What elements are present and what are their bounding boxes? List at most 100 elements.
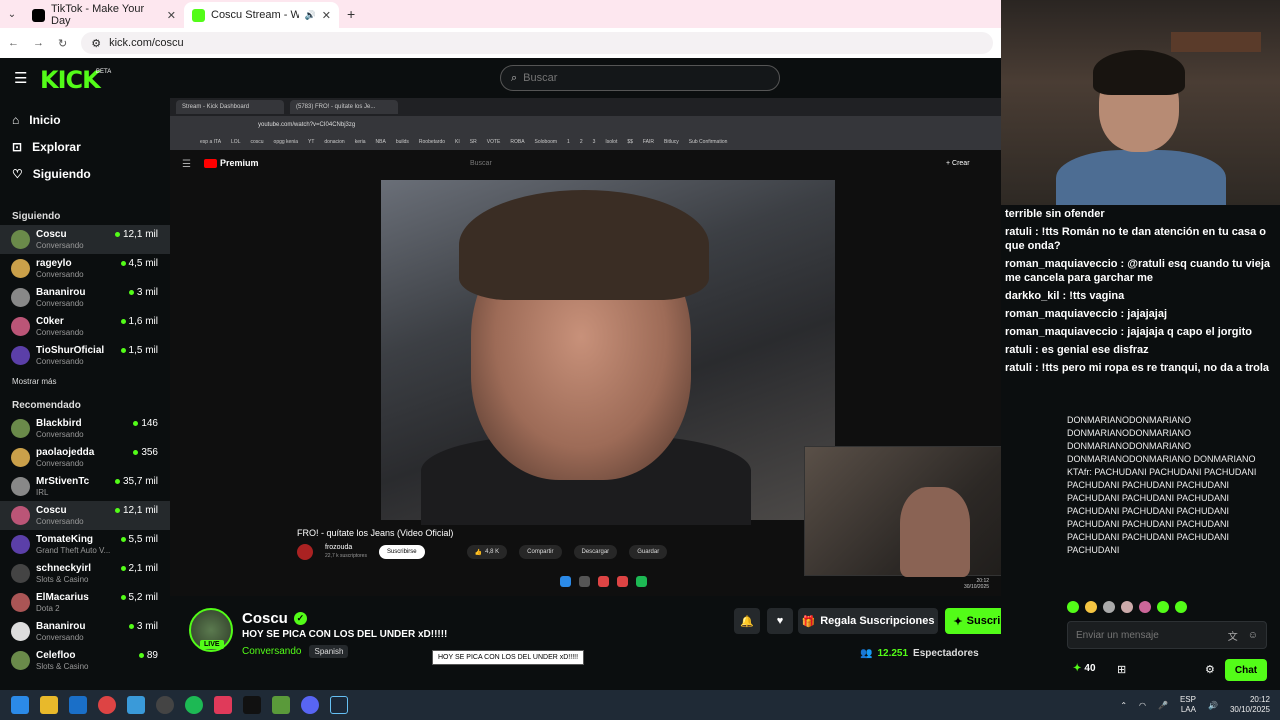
- nav-label: Inicio: [29, 112, 61, 127]
- clock[interactable]: 20:12 30/10/2025: [1230, 695, 1270, 715]
- music-video-frame: [381, 180, 835, 525]
- follow-button[interactable]: ♥: [767, 608, 793, 634]
- windows-taskbar: ⌃ ◠ 🎤 ESP LAA 🔊 20:12 30/10/2025: [0, 690, 1280, 720]
- reload-icon[interactable]: ↻: [58, 37, 67, 50]
- new-tab-button[interactable]: +: [347, 6, 355, 22]
- sidebar-channel-bananirou[interactable]: Bananirou Conversando 3 mil: [0, 617, 170, 646]
- speaker-icon[interactable]: 🔊: [305, 10, 316, 21]
- outlook-icon[interactable]: [69, 696, 87, 714]
- search-input[interactable]: [523, 72, 744, 84]
- sidebar-channel-bananirou[interactable]: Bananirou Conversando 3 mil: [0, 283, 170, 312]
- streamer-camera-overlay: [804, 446, 1001, 577]
- streamer-webcam: [1001, 0, 1280, 205]
- sidebar-channel-rageylo[interactable]: rageylo Conversando 4,5 mil: [0, 254, 170, 283]
- discord-icon[interactable]: [301, 696, 319, 714]
- chevron-up-icon[interactable]: ⌃: [1120, 701, 1127, 710]
- windows-start-icon[interactable]: [11, 696, 29, 714]
- photos-icon[interactable]: [127, 696, 145, 714]
- nav-siguiendo[interactable]: ♡ Siguiendo: [0, 160, 170, 187]
- sidebar-channel-mrstiventc[interactable]: MrStivenTc IRL 35,7 mil: [0, 472, 170, 501]
- capcut-icon[interactable]: [243, 696, 261, 714]
- translate-icon[interactable]: 文: [1228, 628, 1238, 643]
- close-icon[interactable]: ✕: [167, 9, 176, 22]
- stream-title: HOY SE PICA CON LOS DEL UNDER xD!!!!!: [242, 629, 448, 640]
- url-field[interactable]: ⚙ kick.com/coscu: [81, 32, 993, 54]
- gift-subs-button[interactable]: 🎁 Regala Suscripciones: [798, 608, 938, 634]
- browser-tab-kick[interactable]: Coscu Stream - Watch Live 🔊 ✕: [184, 2, 339, 28]
- nav-explorar[interactable]: ⊡ Explorar: [0, 133, 170, 160]
- emote-icon[interactable]: [1175, 601, 1187, 613]
- avatar: [11, 477, 30, 496]
- lang-bottom: LAA: [1180, 705, 1196, 714]
- sidebar-channel-coscu[interactable]: Coscu Conversando 12,1 mil: [0, 225, 170, 254]
- menu-icon[interactable]: ☰: [14, 69, 27, 87]
- chrome-icon[interactable]: [98, 696, 116, 714]
- store-icon[interactable]: ⊞: [1117, 663, 1126, 676]
- show-more-link[interactable]: Mostrar más: [0, 370, 170, 392]
- tab-list-icon[interactable]: ⌄: [0, 9, 24, 20]
- chat-message: PACHUDANI PACHUDANI PACHUDANI: [1067, 506, 1230, 516]
- back-icon[interactable]: ←: [8, 37, 19, 49]
- viewer-number: 2,1 mil: [128, 563, 158, 574]
- live-dot-icon: [120, 595, 126, 600]
- kick-logo[interactable]: KICK: [40, 66, 101, 94]
- video-player[interactable]: Stream - Kick Dashboard (5783) FRO! - qu…: [170, 98, 1001, 596]
- notifications-button[interactable]: 🔔: [734, 608, 760, 634]
- stream-category[interactable]: Conversando: [242, 646, 301, 657]
- points-icon: ✦: [1073, 663, 1082, 674]
- avatar: [11, 564, 30, 583]
- keyboard-language[interactable]: ESP LAA: [1180, 695, 1196, 715]
- language-tag[interactable]: Spanish: [309, 645, 349, 658]
- sidebar-channel-blackbird[interactable]: Blackbird Conversando 146: [0, 414, 170, 443]
- yt-download-button: Descargar: [573, 545, 618, 559]
- steam-icon[interactable]: [330, 696, 348, 714]
- sidebar-channel-c0ker[interactable]: C0ker Conversando 1,6 mil: [0, 312, 170, 341]
- minecraft-icon[interactable]: [272, 696, 290, 714]
- viewer-number: 1,5 mil: [128, 345, 158, 356]
- chat-input-box[interactable]: 文 ☺: [1067, 621, 1267, 649]
- settings-icon[interactable]: ⚙: [1205, 663, 1215, 676]
- sidebar-channel-tomateking[interactable]: TomateKing Grand Theft Auto V... 5,5 mil: [0, 530, 170, 559]
- emote-icon[interactable]: [1103, 601, 1115, 613]
- search-box[interactable]: ⌕: [500, 65, 780, 91]
- live-dot-icon: [120, 566, 126, 571]
- streamer-name[interactable]: Coscu ✓: [242, 610, 307, 627]
- stream-category-row: Conversando Spanish: [242, 645, 349, 658]
- emote-icon[interactable]: [1157, 601, 1169, 613]
- forward-icon[interactable]: →: [33, 37, 44, 49]
- volume-icon[interactable]: 🔊: [1208, 701, 1218, 710]
- sidebar-channel-paolaojedda[interactable]: paolaojedda Conversando 356: [0, 443, 170, 472]
- emoji-icon[interactable]: ☺: [1248, 630, 1258, 641]
- chat-input[interactable]: [1076, 629, 1216, 641]
- spotify-icon: [636, 576, 647, 587]
- emote-icon[interactable]: [1121, 601, 1133, 613]
- sidebar-channel-coscu[interactable]: Coscu Conversando 12,1 mil: [0, 501, 170, 530]
- sidebar-channel-elmacarius[interactable]: ElMacarius Dota 2 5,2 mil: [0, 588, 170, 617]
- emote-icon[interactable]: [1067, 601, 1079, 613]
- close-icon[interactable]: ✕: [322, 9, 331, 22]
- sidebar-channel-celefloo[interactable]: Celefloo Slots & Casino 89: [0, 646, 170, 675]
- site-info-icon[interactable]: ⚙: [91, 37, 101, 50]
- sidebar-channel-tioshuroficial[interactable]: TioShurOficial Conversando 1,5 mil: [0, 341, 170, 370]
- sidebar-channel-schneckyirl[interactable]: schneckyirl Slots & Casino 2,1 mil: [0, 559, 170, 588]
- viewer-number: 3 mil: [136, 621, 158, 632]
- chat-send-button[interactable]: Chat: [1225, 659, 1267, 681]
- tiktok-icon[interactable]: [214, 696, 232, 714]
- sidebar: ⌂ Inicio ⊡ Explorar ♡ Siguiendo Siguiendo C…: [0, 98, 170, 690]
- mic-icon[interactable]: 🎤: [1158, 701, 1168, 710]
- youtube-header: ☰ Premium Buscar + Crear: [170, 150, 1001, 180]
- viewer-number: 5,2 mil: [128, 592, 158, 603]
- viewer-count: 5,2 mil: [120, 592, 158, 603]
- chat-message: PACHUDANI PACHUDANI PACHUDANI: [1067, 493, 1230, 503]
- obs-icon[interactable]: [156, 696, 174, 714]
- file-explorer-icon[interactable]: [40, 696, 58, 714]
- nav-inicio[interactable]: ⌂ Inicio: [0, 106, 170, 133]
- emote-icon[interactable]: [1085, 601, 1097, 613]
- wifi-icon[interactable]: ◠: [1139, 701, 1146, 710]
- spotify-icon[interactable]: [185, 696, 203, 714]
- browser-tab-tiktok[interactable]: TikTok - Make Your Day ✕: [24, 2, 184, 28]
- emote-icon[interactable]: [1139, 601, 1151, 613]
- webcam-figure: [1056, 150, 1226, 205]
- channel-points[interactable]: ✦ 40: [1073, 663, 1096, 674]
- inner-tab: (5783) FRO! - quítate los Je...: [290, 100, 398, 114]
